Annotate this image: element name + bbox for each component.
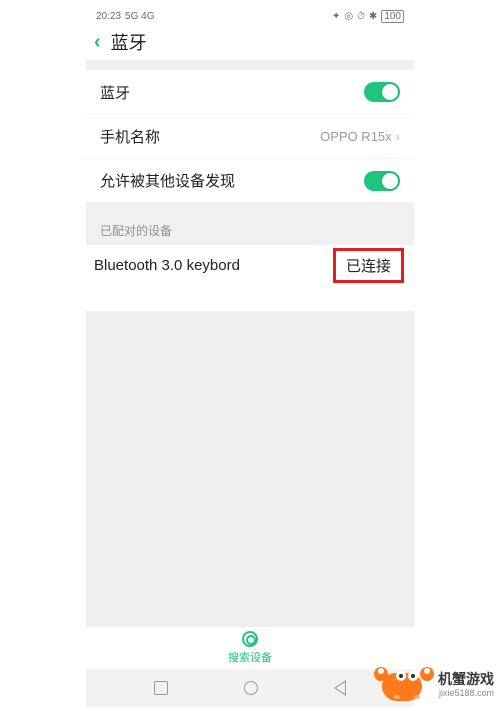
paired-section-header: 已配对的设备	[86, 216, 414, 245]
divider	[86, 60, 414, 70]
paired-device-status: 已连接	[333, 248, 404, 283]
search-label: 搜索设备	[228, 649, 272, 665]
nav-back-icon[interactable]	[334, 680, 346, 696]
battery-label: 100	[381, 10, 404, 23]
watermark: 机蟹游戏 jixie5188.com	[376, 663, 494, 707]
search-devices-button[interactable]: 搜索设备	[86, 627, 414, 669]
row-discoverable[interactable]: 允许被其他设备发现	[86, 158, 414, 202]
toggle-bluetooth[interactable]	[364, 82, 400, 102]
nav-recents-icon[interactable]	[154, 681, 168, 695]
row-phone-name[interactable]: 手机名称 OPPO R15x ›	[86, 114, 414, 158]
vibrate-icon: ✦	[332, 11, 340, 22]
crab-logo-icon	[376, 663, 432, 707]
section-gap	[86, 202, 414, 216]
back-icon[interactable]: ‹	[94, 31, 101, 54]
chevron-right-icon: ›	[396, 129, 400, 144]
bluetooth-status-icon: ✱	[369, 11, 377, 22]
search-icon	[242, 631, 258, 647]
row-bluetooth[interactable]: 蓝牙	[86, 70, 414, 114]
empty-panel	[86, 311, 414, 627]
status-signal: 5G 4G	[125, 11, 154, 22]
watermark-brand: 机蟹游戏	[438, 672, 494, 686]
dnd-icon: ◎	[344, 11, 353, 22]
alarm-icon: ⏱	[357, 11, 365, 22]
phone-frame: 20:23 5G 4G ✦ ◎ ⏱ ✱ 100 ‹ 蓝牙 蓝牙 手机名称 OPP…	[86, 8, 414, 668]
row-phone-name-label: 手机名称	[100, 126, 160, 147]
paired-device-row[interactable]: Bluetooth 3.0 keybord 已连接	[86, 245, 414, 285]
row-bluetooth-label: 蓝牙	[100, 82, 130, 103]
paired-device-name: Bluetooth 3.0 keybord	[92, 257, 240, 274]
phone-name-value: OPPO R15x	[320, 129, 392, 144]
android-navbar	[86, 669, 414, 707]
status-time: 20:23	[96, 11, 121, 22]
nav-home-icon[interactable]	[244, 681, 258, 695]
toggle-discoverable[interactable]	[364, 171, 400, 191]
status-bar: 20:23 5G 4G ✦ ◎ ⏱ ✱ 100	[86, 8, 414, 24]
row-discoverable-label: 允许被其他设备发现	[100, 170, 235, 191]
watermark-url: jixie5188.com	[438, 688, 494, 698]
header: ‹ 蓝牙	[86, 24, 414, 60]
page-title: 蓝牙	[111, 29, 147, 55]
